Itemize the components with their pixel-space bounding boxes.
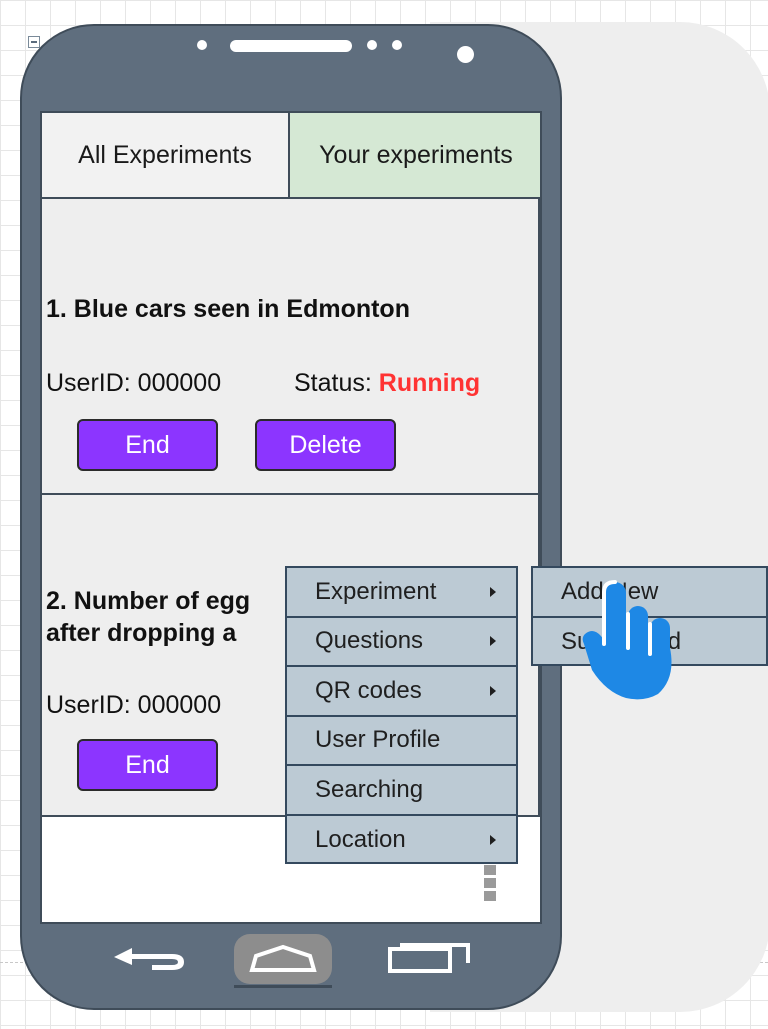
delete-button[interactable]: Delete — [255, 419, 396, 471]
sensor-dot-icon — [392, 40, 402, 50]
menu-item-questions[interactable]: Questions — [287, 618, 516, 667]
back-icon[interactable] — [112, 946, 188, 976]
speaker-grille — [230, 40, 352, 52]
context-menu: Experiment Questions QR codes User Profi… — [285, 566, 518, 864]
experiment-status: Status: Running — [294, 369, 480, 398]
menu-item-label: Searching — [315, 775, 424, 803]
experiment-card: 1. Blue cars seen in Edmonton UserID: 00… — [42, 199, 540, 495]
experiment-title: 2. Number of egg — [46, 587, 251, 615]
menu-item-label: User Profile — [315, 726, 441, 754]
home-icon — [249, 944, 317, 972]
experiment-user-id: UserID: 000000 — [46, 691, 222, 719]
tab-all-experiments[interactable]: All Experiments — [42, 113, 290, 199]
recent-apps-icon[interactable] — [388, 939, 474, 973]
submenu-arrow-icon — [490, 636, 496, 647]
menu-item-label: Location — [315, 826, 406, 854]
submenu-arrow-icon — [490, 835, 496, 846]
menu-item-label: QR codes — [315, 676, 422, 704]
experiment-user-id: UserID: 000000 — [46, 369, 222, 397]
end-button[interactable]: End — [77, 739, 218, 791]
collapse-icon[interactable] — [28, 36, 40, 48]
menu-item-label: Questions — [315, 627, 424, 655]
experiment-title-line2: after dropping a — [46, 619, 237, 647]
tab-your-experiments[interactable]: Your experiments — [290, 113, 540, 199]
sensor-dot-icon — [367, 40, 377, 50]
camera-icon — [457, 46, 474, 63]
menu-item-location[interactable]: Location — [287, 816, 516, 866]
pointer-hand-icon — [582, 580, 672, 700]
end-button[interactable]: End — [77, 419, 218, 471]
menu-item-qr-codes[interactable]: QR codes — [287, 667, 516, 717]
overflow-menu-icon[interactable] — [484, 865, 496, 904]
menu-item-label: Experiment — [315, 577, 437, 605]
sensor-dot-icon — [197, 40, 207, 50]
submenu-arrow-icon — [490, 586, 496, 597]
experiment-title: 1. Blue cars seen in Edmonton — [46, 295, 410, 323]
status-value: Running — [378, 369, 481, 397]
status-label: Status: — [294, 369, 372, 397]
menu-item-experiment[interactable]: Experiment — [287, 568, 516, 618]
menu-item-searching[interactable]: Searching — [287, 766, 516, 816]
submenu-arrow-icon — [490, 685, 496, 696]
menu-item-user-profile[interactable]: User Profile — [287, 717, 516, 766]
home-button[interactable] — [234, 934, 332, 988]
